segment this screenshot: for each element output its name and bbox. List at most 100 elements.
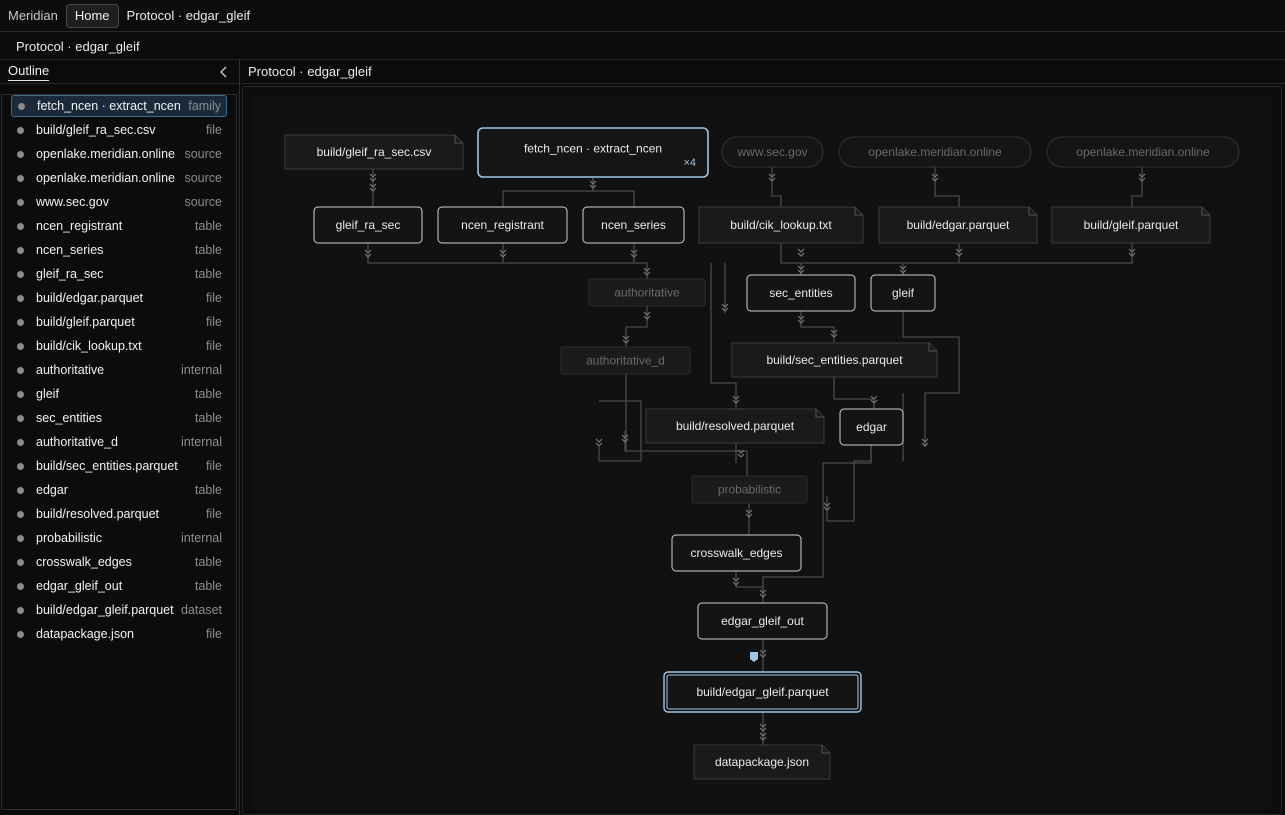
outline-item[interactable]: edgar_gleif_out table xyxy=(11,575,227,597)
graph-node-edgar-gleif-out[interactable]: edgar_gleif_out xyxy=(697,602,828,640)
graph-node-edgar[interactable]: edgar xyxy=(839,408,904,446)
outline-item-label: ncen_series xyxy=(36,243,104,257)
graph-node-authoritative-d[interactable]: authoritative_d xyxy=(560,346,691,375)
arrow-icon xyxy=(595,438,603,447)
graph-node-sec-entities-parquet[interactable]: build/sec_entities.parquet xyxy=(731,342,938,378)
outline-item-label: build/sec_entities.parquet xyxy=(36,459,178,473)
bullet-icon xyxy=(17,318,24,326)
graph-node-cik[interactable]: build/cik_lookup.txt xyxy=(698,206,864,244)
outline-item-label: build/edgar_gleif.parquet xyxy=(36,603,174,617)
outline-item[interactable]: openlake.meridian.online source xyxy=(11,167,227,189)
bullet-icon xyxy=(17,462,24,470)
graph-node-ncen-registrant[interactable]: ncen_registrant xyxy=(437,206,568,244)
graph-node-probabilistic[interactable]: probabilistic xyxy=(691,475,808,504)
graph-node-gleif-ra-sec[interactable]: gleif_ra_sec xyxy=(313,206,423,244)
graph-edge xyxy=(598,400,642,462)
outline-item-kind: dataset xyxy=(180,603,222,617)
outline-item-kind: file xyxy=(206,339,222,353)
graph-canvas[interactable]: build/gleif_ra_sec.csv fetch_ncen · extra… xyxy=(253,96,1271,810)
outline-item[interactable]: www.sec.gov source xyxy=(11,191,227,213)
outline-item-kind: source xyxy=(184,171,222,185)
graph-node-label: fetch_ncen · extract_ncen xyxy=(524,142,662,156)
graph-node-edgar-parquet[interactable]: build/edgar.parquet xyxy=(878,206,1038,244)
top-bar: Meridian Home Protocol · edgar_gleif xyxy=(0,0,1285,32)
main-header: Protocol · edgar_gleif xyxy=(241,60,1285,84)
outline-item-kind: table xyxy=(194,387,222,401)
outline-item-kind: internal xyxy=(181,435,222,449)
graph-node-family[interactable]: fetch_ncen · extract_ncen ×4 xyxy=(477,127,709,178)
outline-item-kind: table xyxy=(194,411,222,425)
lineage-graph[interactable]: build/gleif_ra_sec.csv fetch_ncen · extra… xyxy=(253,96,1271,810)
outline-item-label: authoritative_d xyxy=(36,435,119,449)
graph-node-gleif-csv[interactable]: build/gleif_ra_sec.csv xyxy=(284,134,464,170)
graph-node-label: crosswalk_edges xyxy=(690,546,782,560)
sidebar-header: Outline xyxy=(0,60,239,84)
graph-node-datapackage[interactable]: datapackage.json xyxy=(693,744,831,780)
graph-node-label: build/sec_entities.parquet xyxy=(766,353,903,367)
graph-node-label: build/edgar.parquet xyxy=(907,218,1010,232)
graph-node-sec-entities[interactable]: sec_entities xyxy=(746,274,856,312)
outline-item[interactable]: gleif table xyxy=(11,383,227,405)
home-button[interactable]: Home xyxy=(65,3,119,28)
outline-item[interactable]: ncen_registrant table xyxy=(11,215,227,237)
bullet-icon xyxy=(17,630,24,638)
outline-item[interactable]: ncen_series table xyxy=(11,239,227,261)
graph-node-label: datapackage.json xyxy=(715,755,809,769)
outline-item-label: datapackage.json xyxy=(36,627,134,641)
bookmark-icon xyxy=(750,652,758,662)
graph-node-openlake1[interactable]: openlake.meridian.online xyxy=(838,136,1032,168)
outline-item[interactable]: authoritative_d internal xyxy=(11,431,227,453)
graph-edge xyxy=(502,177,594,207)
bullet-icon xyxy=(18,102,25,110)
graph-node-openlake2[interactable]: openlake.meridian.online xyxy=(1046,136,1240,168)
outline-item-kind: file xyxy=(206,123,222,137)
outline-item[interactable]: datapackage.json file xyxy=(11,623,227,645)
graph-node-gleif-parquet[interactable]: build/gleif.parquet xyxy=(1051,206,1211,244)
graph-node-edgar-gleif-parquet[interactable]: build/edgar_gleif.parquet xyxy=(663,671,862,713)
graph-node-gleif[interactable]: gleif xyxy=(870,274,936,312)
app-brand: Meridian xyxy=(8,8,58,23)
graph-node-sec-gov[interactable]: www.sec.gov xyxy=(721,136,824,168)
outline-item-label: www.sec.gov xyxy=(36,195,109,209)
graph-panel: build/gleif_ra_sec.csv fetch_ncen · extra… xyxy=(242,86,1282,815)
outline-item-label: build/gleif_ra_sec.csv xyxy=(36,123,156,137)
breadcrumb-text: Protocol · edgar_gleif xyxy=(16,38,140,54)
outline-item-kind: file xyxy=(206,315,222,329)
outline-item-label: gleif_ra_sec xyxy=(36,267,104,281)
graph-node-label: edgar xyxy=(856,420,887,434)
outline-item-kind: table xyxy=(194,219,222,233)
bullet-icon xyxy=(17,150,24,158)
graph-node-label: openlake.meridian.online xyxy=(1076,145,1210,159)
outline-item[interactable]: build/sec_entities.parquet file xyxy=(11,455,227,477)
outline-item[interactable]: crosswalk_edges table xyxy=(11,551,227,573)
bullet-icon xyxy=(17,582,24,590)
graph-node-crosswalk[interactable]: crosswalk_edges xyxy=(671,534,802,572)
outline-item[interactable]: build/edgar_gleif.parquet dataset xyxy=(11,599,227,621)
outline-item[interactable]: build/gleif.parquet file xyxy=(11,311,227,333)
outline-item[interactable]: probabilistic internal xyxy=(11,527,227,549)
outline-item[interactable]: build/edgar.parquet file xyxy=(11,287,227,309)
graph-node-authoritative[interactable]: authoritative xyxy=(588,278,706,307)
outline-item-kind: table xyxy=(194,243,222,257)
graph-node-resolved[interactable]: build/resolved.parquet xyxy=(645,408,825,444)
outline-item[interactable]: build/cik_lookup.txt file xyxy=(11,335,227,357)
window-title: Protocol · edgar_gleif xyxy=(126,8,251,23)
graph-edge xyxy=(735,571,764,603)
outline-item-label: probabilistic xyxy=(36,531,103,545)
graph-node-ncen-series[interactable]: ncen_series xyxy=(582,206,685,244)
outline-item[interactable]: openlake.meridian.online source xyxy=(11,143,227,165)
outline-item[interactable]: sec_entities table xyxy=(11,407,227,429)
outline-item[interactable]: build/gleif_ra_sec.csv file xyxy=(11,119,227,141)
outline-item[interactable]: build/resolved.parquet file xyxy=(11,503,227,525)
tab-outline[interactable]: Outline xyxy=(8,62,50,81)
outline-item-kind: internal xyxy=(181,363,222,377)
graph-node-label: ncen_series xyxy=(601,218,666,232)
chevron-left-icon[interactable] xyxy=(217,65,231,79)
outline-item[interactable]: authoritative internal xyxy=(11,359,227,381)
outline-item[interactable]: edgar table xyxy=(11,479,227,501)
outline-item[interactable]: fetch_ncen · extract_ncen family xyxy=(11,95,227,117)
outline-item[interactable]: gleif_ra_sec table xyxy=(11,263,227,285)
outline-item-label: openlake.meridian.online xyxy=(36,147,175,161)
graph-node-label: gleif_ra_sec xyxy=(336,218,401,232)
outline-item-label: ncen_registrant xyxy=(36,219,123,233)
